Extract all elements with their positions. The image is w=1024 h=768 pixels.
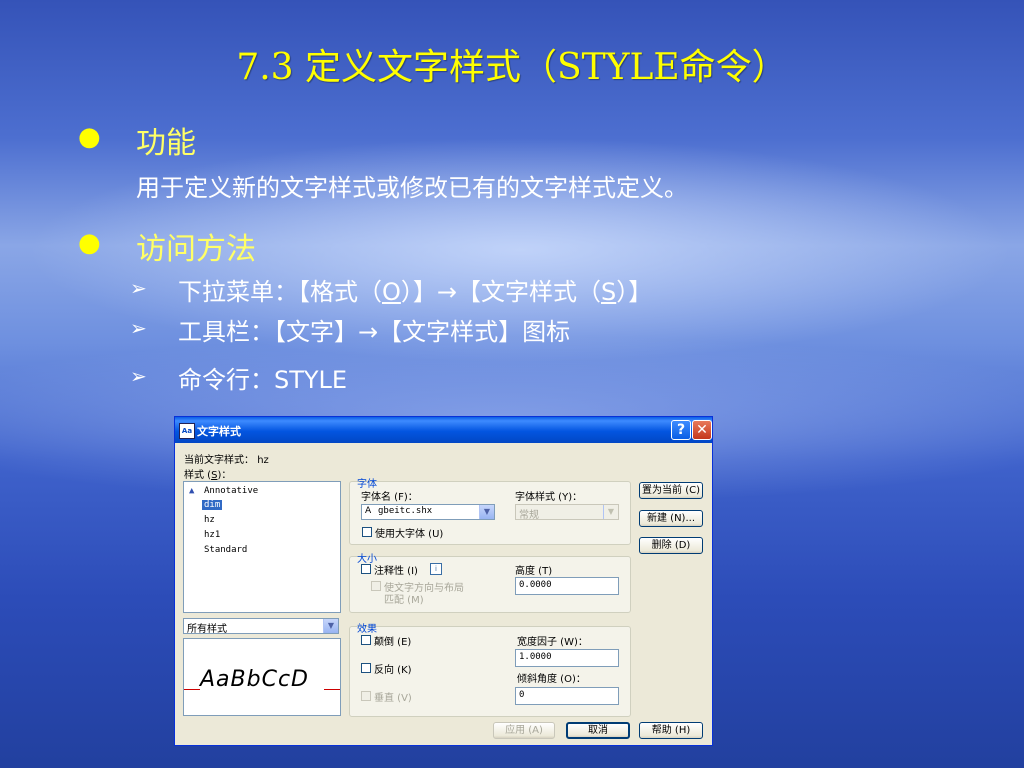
text-style-app-icon: Aa: [179, 423, 195, 439]
width-factor-input[interactable]: 1.0000: [515, 649, 619, 667]
list-item[interactable]: hz1: [204, 530, 220, 540]
set-current-button[interactable]: 置为当前 (C): [639, 482, 703, 499]
function-description: 用于定义新的文字样式或修改已有的文字样式定义。: [136, 174, 688, 202]
apply-button[interactable]: 应用 (A): [493, 722, 555, 739]
chevron-down-icon[interactable]: ▼: [479, 505, 494, 519]
annotative-label: 注释性 (I): [374, 566, 418, 577]
delete-style-button[interactable]: 删除 (D): [639, 537, 703, 554]
sub-item-menu: 下拉菜单：【格式（O）】→【文字样式（S）】: [178, 278, 653, 306]
upside-down-checkbox[interactable]: [361, 635, 371, 645]
bullet-heading-access: 访问方法: [136, 232, 256, 267]
style-preview: AaBbCcD: [183, 638, 341, 716]
dialog-titlebar[interactable]: Aa 文字样式 ? ✕: [175, 417, 712, 443]
shx-font-icon: A: [365, 506, 372, 516]
current-style-label: 当前文字样式： hz: [184, 455, 269, 466]
list-item[interactable]: Annotative: [204, 486, 258, 496]
sub-item-command: 命令行：STYLE: [178, 366, 348, 394]
backwards-label: 反向 (K): [374, 665, 412, 676]
width-factor-label: 宽度因子 (W)：: [517, 637, 588, 648]
list-item[interactable]: hz: [204, 515, 215, 525]
styles-list[interactable]: ▲ Annotative dim hz hz1 Standard: [183, 481, 341, 613]
dialog-title: 文字样式: [197, 425, 241, 438]
height-label: 高度 (T): [515, 566, 553, 577]
preview-baseline: [184, 689, 200, 690]
annotative-icon: ▲: [189, 486, 195, 496]
backwards-checkbox[interactable]: [361, 663, 371, 673]
vertical-label: 垂直 (V): [374, 693, 412, 704]
style-filter-select[interactable]: 所有样式 ▼: [183, 618, 339, 635]
list-item[interactable]: Standard: [204, 545, 247, 555]
chevron-down-icon[interactable]: ▼: [323, 619, 338, 633]
font-style-label: 字体样式 (Y)：: [515, 492, 583, 503]
arrow-bullet-icon: ➢: [130, 276, 147, 300]
vertical-checkbox[interactable]: [361, 691, 371, 701]
slide-title: 7.3 定义文字样式（STYLE命令）: [236, 47, 788, 88]
close-button[interactable]: ✕: [692, 420, 712, 440]
font-style-select[interactable]: 常规 ▼: [515, 504, 619, 521]
font-name-label: 字体名 (F)：: [361, 492, 418, 503]
match-orientation-label-line2: 匹配 (M): [384, 595, 424, 606]
match-orientation-checkbox[interactable]: [371, 581, 381, 591]
arrow-bullet-icon: ➢: [130, 364, 147, 388]
oblique-angle-label: 倾斜角度 (O)：: [517, 674, 586, 685]
help-button[interactable]: 帮助 (H): [639, 722, 703, 739]
text-style-dialog: Aa 文字样式 ? ✕ 当前文字样式： hz 样式 (S)： ▲ Annotat…: [174, 416, 713, 746]
preview-text: AaBbCcD: [200, 667, 309, 692]
arrow-bullet-icon: ➢: [130, 316, 147, 340]
sub-item-toolbar: 工具栏：【文字】→【文字样式】图标: [178, 318, 571, 346]
use-bigfont-checkbox[interactable]: [362, 527, 372, 537]
help-title-button[interactable]: ?: [671, 420, 691, 440]
info-icon[interactable]: i: [430, 563, 442, 575]
bullet-dot-2: ●: [78, 228, 101, 258]
cancel-button[interactable]: 取消: [566, 722, 630, 739]
font-name-select[interactable]: A gbeitc.shx ▼: [361, 504, 495, 520]
oblique-angle-input[interactable]: 0: [515, 687, 619, 705]
upside-down-label: 颠倒 (E): [374, 637, 412, 648]
height-input[interactable]: 0.0000: [515, 577, 619, 595]
new-style-button[interactable]: 新建 (N)...: [639, 510, 703, 527]
preview-baseline: [324, 689, 340, 690]
styles-label: 样式 (S)：: [184, 470, 232, 481]
use-bigfont-label: 使用大字体 (U): [375, 529, 444, 540]
annotative-checkbox[interactable]: [361, 564, 371, 574]
bullet-heading-function: 功能: [136, 126, 196, 161]
chevron-down-icon: ▼: [603, 505, 618, 519]
list-item-selected[interactable]: dim: [202, 500, 223, 510]
bullet-dot-1: ●: [78, 122, 101, 152]
